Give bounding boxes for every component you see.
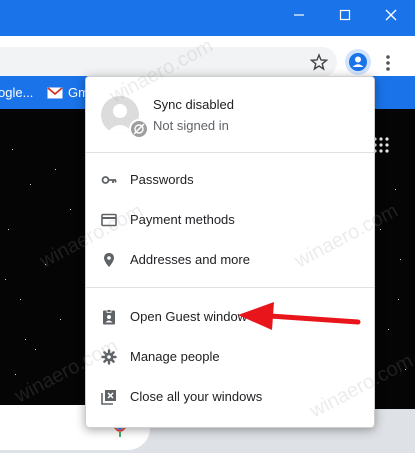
bookmark-item[interactable]: Gm [47,85,89,100]
menu-item-label: Payment methods [130,212,235,227]
address-bar[interactable] [0,47,337,77]
more-vert-icon [386,55,390,71]
close-window-button[interactable] [368,0,414,30]
profile-menu: Sync disabled Not signed in Passwords Pa… [85,76,375,428]
minimize-icon [294,14,304,16]
annotation-arrow-icon [238,302,361,330]
star-icon[interactable] [310,53,328,71]
divider [86,152,374,153]
menu-item-label: Addresses and more [130,252,250,267]
profile-header[interactable]: Sync disabled Not signed in [86,77,374,153]
menu-item-manage-people[interactable]: Manage people [86,339,374,375]
account-icon [349,53,367,71]
sync-status: Sync disabled [153,97,234,112]
signin-status: Not signed in [153,118,229,133]
menu-item-label: Manage people [130,349,220,364]
location-pin-icon [104,253,114,267]
close-windows-icon [101,390,116,405]
menu-item-close-all-windows[interactable]: Close all your windows [86,379,374,415]
maximize-button[interactable] [322,0,368,30]
guest-badge-icon [103,309,115,325]
bookmark-item[interactable]: ogle... [0,85,33,100]
bookmark-label: ogle... [0,85,34,100]
profile-button[interactable] [345,49,371,75]
menu-item-passwords[interactable]: Passwords [86,162,374,198]
gear-icon [101,349,117,365]
menu-item-payment-methods[interactable]: Payment methods [86,202,374,238]
credit-card-icon [101,213,117,227]
minimize-button[interactable] [276,0,322,30]
menu-item-addresses[interactable]: Addresses and more [86,242,374,278]
title-bar [0,0,415,36]
gmail-icon [47,86,63,98]
divider [86,287,374,288]
sync-disabled-icon [129,119,149,139]
menu-item-label: Close all your windows [130,389,263,404]
close-icon [385,9,397,21]
menu-item-label: Passwords [130,172,194,187]
menu-button[interactable] [384,53,392,73]
key-icon [101,176,117,184]
maximize-icon [339,9,351,21]
